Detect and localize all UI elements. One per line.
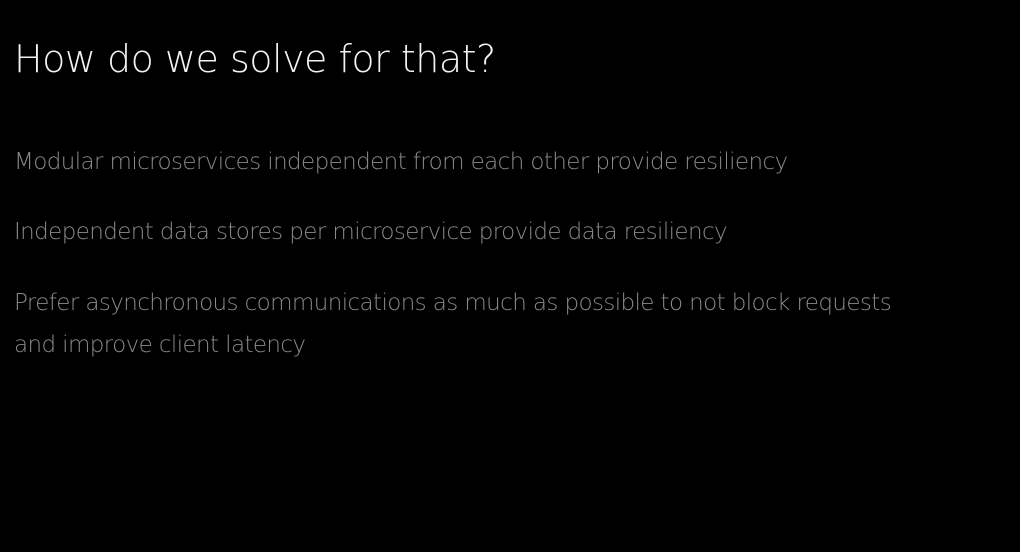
bullet-item-asynchronous-communications: Prefer asynchronous communications as mu… bbox=[14, 290, 892, 358]
bullet-list: Modular microservices independent from e… bbox=[14, 141, 914, 366]
bullet-item-independent-data-stores: Independent data stores per microservice… bbox=[14, 219, 728, 245]
presentation-slide: How do we solve for that? Modular micros… bbox=[0, 0, 1020, 552]
bullet-item-modular-microservices: Modular microservices independent from e… bbox=[14, 149, 788, 175]
slide-title: How do we solve for that? bbox=[14, 37, 496, 81]
